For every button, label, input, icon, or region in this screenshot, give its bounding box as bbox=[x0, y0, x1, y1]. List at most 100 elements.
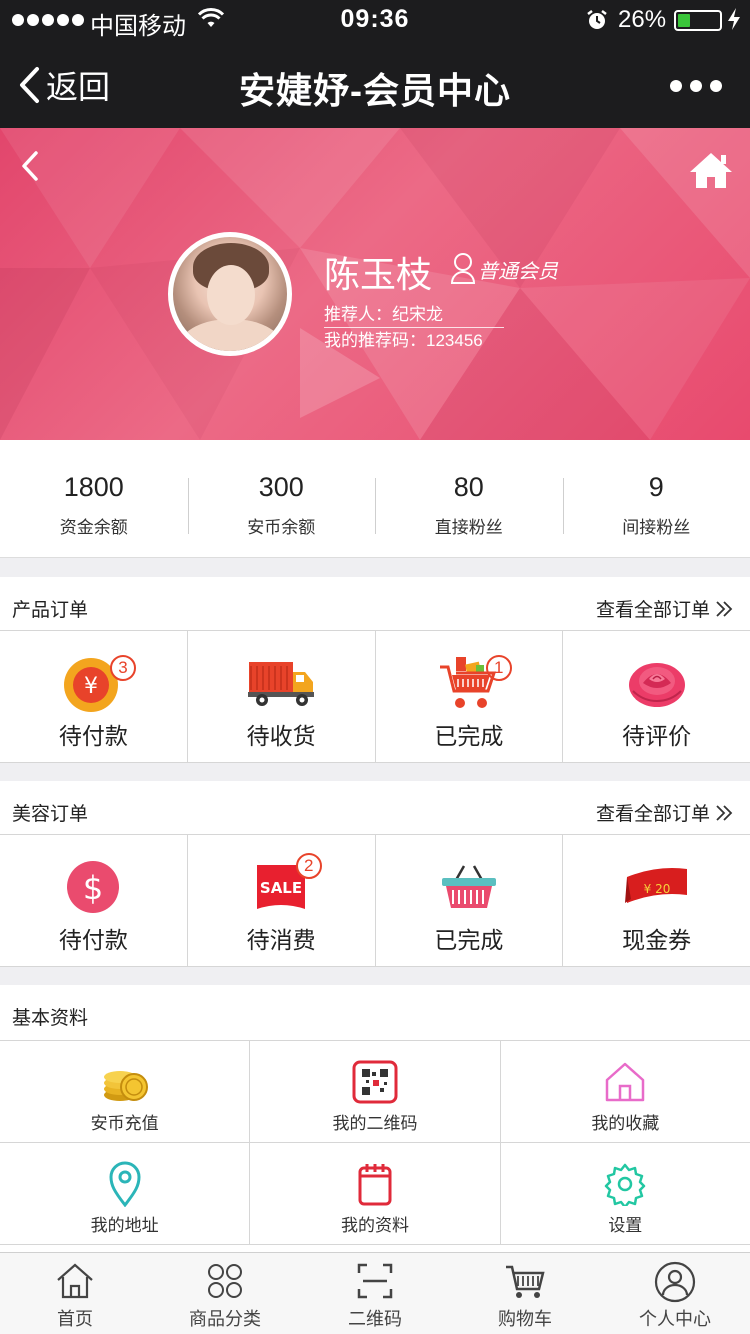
page-title: 安婕妤-会员中心 bbox=[239, 70, 511, 111]
stat-direct-fans[interactable]: 80 直接粉丝 bbox=[375, 440, 563, 557]
cart-icon bbox=[506, 1265, 545, 1298]
beauty-order-pending-payment[interactable]: $ 待付款 bbox=[0, 835, 187, 966]
tab-user-center[interactable]: 个人中心 bbox=[600, 1253, 750, 1334]
my-profile-item[interactable]: 我的资料 bbox=[249, 1143, 499, 1244]
charging-bolt-icon bbox=[728, 8, 740, 30]
order-status-label: 已完成 bbox=[434, 723, 504, 749]
stat-value: 1800 bbox=[63, 472, 124, 502]
tab-home[interactable]: 首页 bbox=[0, 1253, 150, 1334]
coupon-icon: ¥ 20 bbox=[624, 857, 690, 917]
tab-category[interactable]: 商品分类 bbox=[150, 1253, 300, 1334]
tab-label: 首页 bbox=[57, 1309, 93, 1329]
svg-text:SALE: SALE bbox=[260, 879, 302, 897]
product-orders-grid: ¥ 3 待付款 1 待收货 已完成 待评价 bbox=[0, 631, 750, 763]
svg-text:¥: ¥ bbox=[84, 674, 98, 699]
my-qr-code-item[interactable]: 我的二维码 bbox=[249, 1041, 499, 1142]
tab-cart[interactable]: 购物车 bbox=[450, 1253, 600, 1334]
user-center-icon bbox=[654, 1261, 696, 1303]
shopping-cart-icon bbox=[436, 653, 502, 713]
order-count-badge: 3 bbox=[110, 655, 136, 681]
coin-recharge-item[interactable]: 安币充值 bbox=[0, 1041, 249, 1142]
view-all-product-orders-link[interactable]: 查看全部订单 bbox=[596, 595, 734, 622]
scan-icon bbox=[357, 1263, 393, 1299]
tab-label: 购物车 bbox=[498, 1309, 552, 1329]
battery-percent: 26% bbox=[618, 6, 667, 33]
member-level-label: 普通会员 bbox=[478, 261, 558, 283]
hero-back-button[interactable] bbox=[20, 150, 40, 182]
beauty-order-completed[interactable]: 已完成 bbox=[374, 835, 563, 966]
avatar[interactable] bbox=[168, 232, 292, 356]
category-icon bbox=[208, 1264, 242, 1298]
order-count-badge: 2 bbox=[295, 853, 322, 879]
beauty-orders-grid: $ 待付款 SALE 2 待消费 已完成 ¥ 20 现金券 bbox=[0, 835, 750, 967]
account-stats: 1800 资金余额 300 安币余额 80 直接粉丝 9 间接粉丝 bbox=[0, 440, 750, 558]
stat-label: 间接粉丝 bbox=[622, 518, 691, 537]
view-all-label: 查看全部订单 bbox=[595, 600, 710, 621]
order-status-label: 待消费 bbox=[246, 927, 316, 953]
bottom-tab-bar: 首页 商品分类 二维码 购物车 个人中心 bbox=[0, 1252, 750, 1334]
order-status-label: 待付款 bbox=[58, 723, 128, 749]
item-label: 我的地址 bbox=[90, 1216, 159, 1235]
product-orders-header: 产品订单 查看全部订单 bbox=[0, 577, 750, 631]
tab-label: 商品分类 bbox=[189, 1309, 261, 1329]
qr-code-icon bbox=[350, 1059, 400, 1105]
home-icon[interactable] bbox=[688, 150, 734, 190]
order-status-label: 待付款 bbox=[58, 927, 128, 953]
stat-label: 安币余额 bbox=[247, 518, 316, 537]
item-label: 我的二维码 bbox=[332, 1114, 418, 1133]
product-order-pending-payment[interactable]: ¥ 3 待付款 bbox=[0, 631, 187, 762]
alarm-icon bbox=[587, 10, 607, 29]
home-icon bbox=[57, 1263, 93, 1299]
section-divider bbox=[0, 763, 750, 781]
product-order-pending-review[interactable]: 待评价 bbox=[562, 631, 750, 762]
battery-icon bbox=[674, 10, 722, 31]
stat-fund-balance[interactable]: 1800 资金余额 bbox=[0, 440, 188, 557]
more-button[interactable] bbox=[670, 80, 722, 92]
item-label: 我的收藏 bbox=[591, 1114, 660, 1133]
member-level: 普通会员 bbox=[450, 252, 558, 284]
stat-indirect-fans[interactable]: 9 间接粉丝 bbox=[562, 440, 750, 557]
basic-info-grid: 安币充值 我的二维码 我的收藏 我的地址 我的资料 设置 bbox=[0, 1041, 750, 1245]
my-favorites-item[interactable]: 我的收藏 bbox=[499, 1041, 750, 1142]
basket-icon bbox=[436, 857, 502, 917]
svg-text:¥ 20: ¥ 20 bbox=[643, 882, 670, 896]
referral-code: 我的推荐码：123456 bbox=[324, 331, 483, 350]
gold-coins-icon bbox=[100, 1059, 150, 1105]
stat-value: 80 bbox=[453, 472, 484, 502]
tab-qr-code[interactable]: 二维码 bbox=[300, 1253, 450, 1334]
basic-info-header: 基本资料 bbox=[0, 985, 750, 1041]
item-label: 安币充值 bbox=[90, 1114, 159, 1133]
section-divider bbox=[0, 967, 750, 985]
stat-label: 资金余额 bbox=[59, 518, 128, 537]
calendar-profile-icon bbox=[350, 1161, 400, 1207]
tab-label: 二维码 bbox=[348, 1309, 402, 1329]
product-order-completed[interactable]: 已完成 bbox=[374, 631, 563, 762]
beauty-orders-header: 美容订单 查看全部订单 bbox=[0, 781, 750, 835]
settings-item[interactable]: 设置 bbox=[499, 1143, 750, 1244]
beauty-order-cash-coupon[interactable]: ¥ 20 现金券 bbox=[562, 835, 750, 966]
order-status-label: 待评价 bbox=[622, 723, 692, 749]
profile-header: 陈玉枝 普通会员 推荐人：纪宋龙 我的推荐码：123456 bbox=[0, 128, 750, 440]
tab-label: 个人中心 bbox=[639, 1309, 711, 1329]
referrer-text: 推荐人：纪宋龙 bbox=[324, 300, 504, 328]
section-divider bbox=[0, 558, 750, 577]
dollar-circle-icon: $ bbox=[60, 857, 126, 917]
order-status-label: 现金券 bbox=[622, 927, 692, 953]
stat-value: 300 bbox=[258, 472, 304, 502]
stat-value: 9 bbox=[648, 472, 664, 502]
settings-gear-icon bbox=[600, 1161, 650, 1207]
section-title: 产品订单 bbox=[12, 600, 89, 621]
nav-bar: 返回 安婕妤-会员中心 bbox=[0, 40, 750, 128]
product-order-pending-delivery[interactable]: 1 待收货 bbox=[186, 631, 512, 762]
section-title: 基本资料 bbox=[12, 1008, 89, 1029]
item-label: 我的资料 bbox=[340, 1216, 409, 1235]
svg-text:$: $ bbox=[83, 869, 103, 907]
stat-coin-balance[interactable]: 300 安币余额 bbox=[187, 440, 376, 557]
my-address-item[interactable]: 我的地址 bbox=[0, 1143, 249, 1244]
beauty-order-pending-consumption[interactable]: SALE 2 待消费 bbox=[186, 835, 375, 966]
rose-icon bbox=[624, 653, 690, 713]
double-chevron-right-icon bbox=[716, 804, 733, 821]
more-dots-icon bbox=[670, 80, 682, 92]
order-status-label: 已完成 bbox=[434, 927, 504, 953]
view-all-beauty-orders-link[interactable]: 查看全部订单 bbox=[596, 799, 734, 826]
